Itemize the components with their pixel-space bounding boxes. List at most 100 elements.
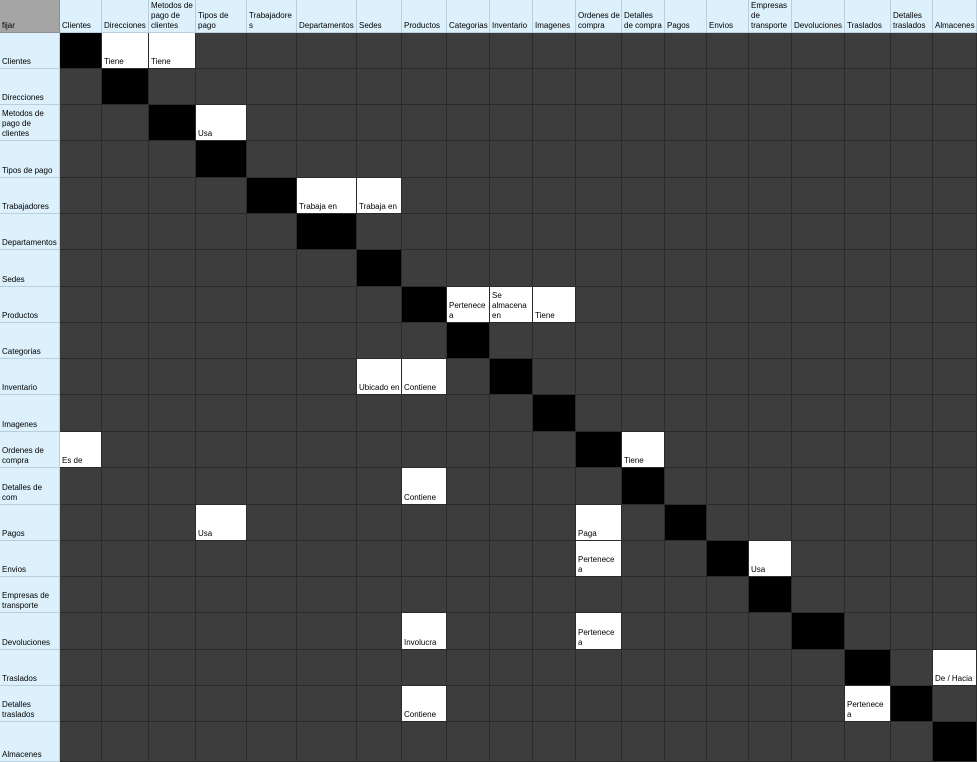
empty-cell[interactable]: [357, 613, 402, 650]
empty-cell[interactable]: [749, 359, 792, 395]
relation-cell[interactable]: Contiene: [402, 359, 447, 395]
empty-cell[interactable]: [357, 505, 402, 541]
empty-cell[interactable]: [665, 468, 707, 505]
empty-cell[interactable]: [60, 141, 102, 178]
empty-cell[interactable]: [196, 69, 247, 105]
empty-cell[interactable]: [102, 141, 149, 178]
empty-cell[interactable]: [490, 214, 533, 250]
empty-cell[interactable]: [149, 577, 196, 613]
diagonal-cell[interactable]: [622, 468, 665, 505]
empty-cell[interactable]: [402, 105, 447, 141]
empty-cell[interactable]: [402, 250, 447, 287]
row-header-clientes[interactable]: Clientes: [0, 33, 60, 69]
empty-cell[interactable]: [707, 650, 749, 686]
empty-cell[interactable]: [60, 287, 102, 323]
empty-cell[interactable]: [749, 722, 792, 762]
empty-cell[interactable]: [196, 214, 247, 250]
empty-cell[interactable]: [665, 686, 707, 722]
empty-cell[interactable]: [792, 250, 845, 287]
empty-cell[interactable]: [665, 577, 707, 613]
empty-cell[interactable]: [196, 722, 247, 762]
empty-cell[interactable]: [622, 541, 665, 577]
empty-cell[interactable]: [891, 613, 933, 650]
empty-cell[interactable]: [845, 541, 891, 577]
empty-cell[interactable]: [622, 250, 665, 287]
empty-cell[interactable]: [196, 323, 247, 359]
empty-cell[interactable]: [665, 323, 707, 359]
diagonal-cell[interactable]: [576, 432, 622, 468]
relation-cell[interactable]: Tiene: [149, 33, 196, 69]
empty-cell[interactable]: [891, 214, 933, 250]
relation-cell[interactable]: De / Hacia: [933, 650, 977, 686]
row-header-detalles-de-com[interactable]: Detalles de com: [0, 468, 60, 505]
empty-cell[interactable]: [576, 395, 622, 432]
empty-cell[interactable]: [297, 577, 357, 613]
empty-cell[interactable]: [933, 432, 977, 468]
empty-cell[interactable]: [447, 541, 490, 577]
empty-cell[interactable]: [297, 432, 357, 468]
row-header-ordenes-de-compra[interactable]: Ordenes de compra: [0, 432, 60, 468]
empty-cell[interactable]: [749, 214, 792, 250]
empty-cell[interactable]: [665, 141, 707, 178]
empty-cell[interactable]: [247, 432, 297, 468]
empty-cell[interactable]: [665, 541, 707, 577]
empty-cell[interactable]: [247, 722, 297, 762]
empty-cell[interactable]: [707, 33, 749, 69]
empty-cell[interactable]: [60, 468, 102, 505]
empty-cell[interactable]: [196, 250, 247, 287]
empty-cell[interactable]: [933, 468, 977, 505]
empty-cell[interactable]: [490, 250, 533, 287]
row-header-detalles-traslados[interactable]: Detalles traslados: [0, 686, 60, 722]
row-header-imagenes[interactable]: Imagenes: [0, 395, 60, 432]
empty-cell[interactable]: [297, 541, 357, 577]
row-header-sedes[interactable]: Sedes: [0, 250, 60, 287]
empty-cell[interactable]: [749, 395, 792, 432]
empty-cell[interactable]: [402, 141, 447, 178]
empty-cell[interactable]: [792, 178, 845, 214]
empty-cell[interactable]: [576, 650, 622, 686]
empty-cell[interactable]: [297, 323, 357, 359]
empty-cell[interactable]: [533, 577, 576, 613]
empty-cell[interactable]: [533, 141, 576, 178]
empty-cell[interactable]: [102, 287, 149, 323]
empty-cell[interactable]: [60, 250, 102, 287]
empty-cell[interactable]: [845, 722, 891, 762]
empty-cell[interactable]: [576, 178, 622, 214]
empty-cell[interactable]: [447, 214, 490, 250]
empty-cell[interactable]: [576, 69, 622, 105]
empty-cell[interactable]: [402, 395, 447, 432]
empty-cell[interactable]: [447, 250, 490, 287]
empty-cell[interactable]: [102, 359, 149, 395]
empty-cell[interactable]: [792, 650, 845, 686]
empty-cell[interactable]: [357, 323, 402, 359]
empty-cell[interactable]: [792, 686, 845, 722]
empty-cell[interactable]: [576, 214, 622, 250]
empty-cell[interactable]: [533, 214, 576, 250]
relation-cell[interactable]: Tiene: [622, 432, 665, 468]
empty-cell[interactable]: [622, 33, 665, 69]
column-header-departamentos[interactable]: Departamentos: [297, 0, 357, 33]
relation-cell[interactable]: Usa: [196, 505, 247, 541]
empty-cell[interactable]: [576, 468, 622, 505]
empty-cell[interactable]: [933, 178, 977, 214]
empty-cell[interactable]: [357, 432, 402, 468]
empty-cell[interactable]: [891, 395, 933, 432]
empty-cell[interactable]: [792, 33, 845, 69]
empty-cell[interactable]: [891, 577, 933, 613]
empty-cell[interactable]: [749, 323, 792, 359]
empty-cell[interactable]: [447, 33, 490, 69]
empty-cell[interactable]: [845, 141, 891, 178]
empty-cell[interactable]: [533, 468, 576, 505]
empty-cell[interactable]: [402, 577, 447, 613]
empty-cell[interactable]: [533, 250, 576, 287]
empty-cell[interactable]: [447, 468, 490, 505]
empty-cell[interactable]: [402, 323, 447, 359]
empty-cell[interactable]: [845, 287, 891, 323]
diagonal-cell[interactable]: [247, 178, 297, 214]
empty-cell[interactable]: [707, 722, 749, 762]
empty-cell[interactable]: [891, 505, 933, 541]
empty-cell[interactable]: [247, 33, 297, 69]
empty-cell[interactable]: [665, 613, 707, 650]
empty-cell[interactable]: [196, 432, 247, 468]
diagonal-cell[interactable]: [533, 395, 576, 432]
